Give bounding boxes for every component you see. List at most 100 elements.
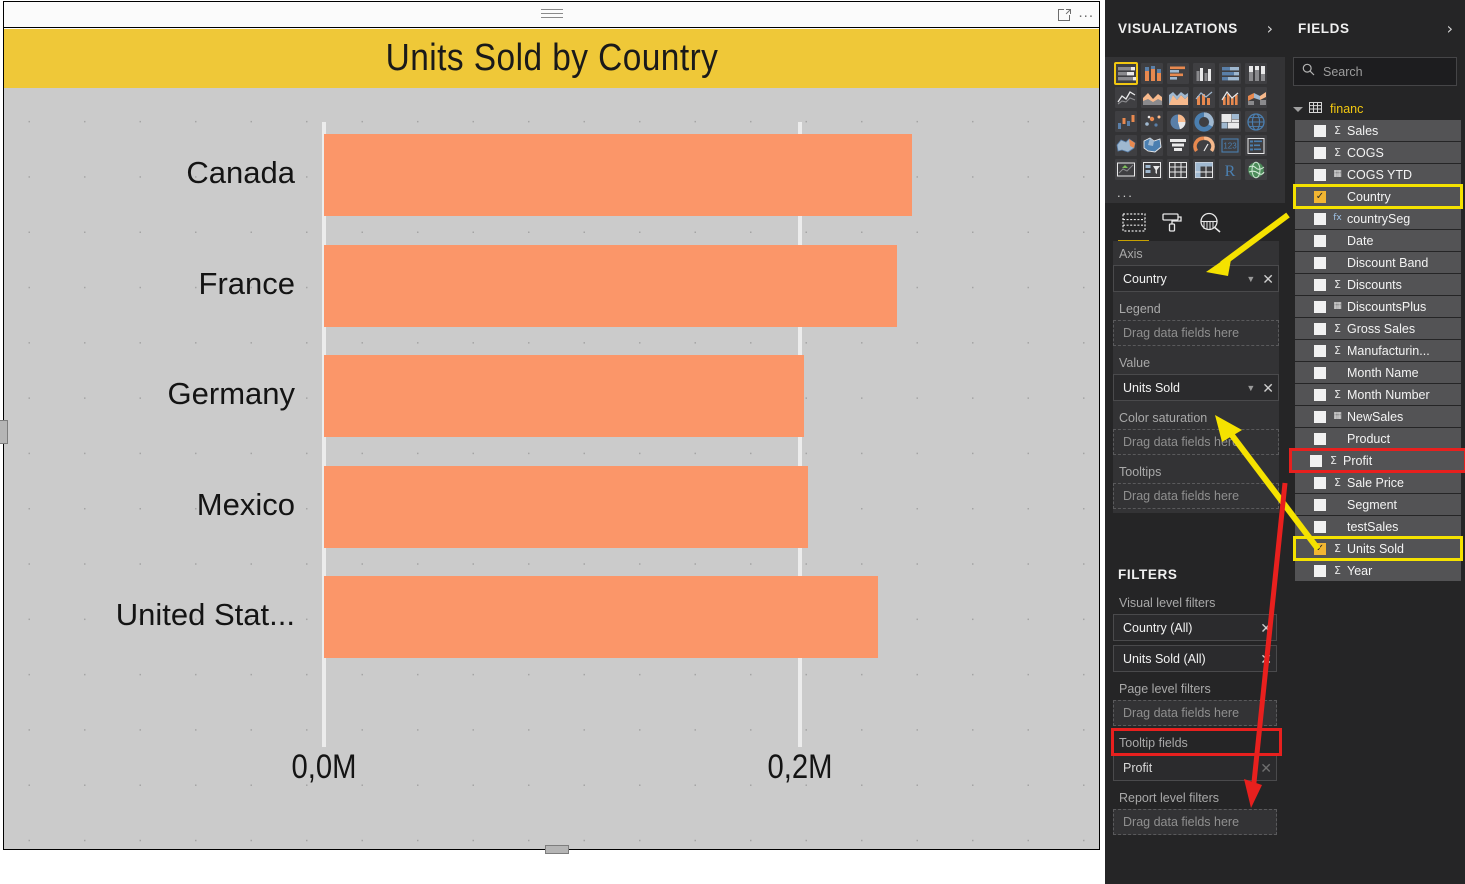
arcgis-maps-icon[interactable] <box>1245 159 1267 180</box>
map-icon[interactable] <box>1245 111 1267 132</box>
waterfall-chart-icon[interactable] <box>1115 111 1137 132</box>
filters-list[interactable]: Visual level filters Country (All) ✕ Units … <box>1105 590 1285 835</box>
remove-filter-icon[interactable]: ✕ <box>1260 761 1272 775</box>
field-item-gross-sales[interactable]: Σ Gross Sales <box>1295 318 1461 339</box>
field-checkbox[interactable] <box>1314 300 1326 313</box>
area-chart-icon[interactable] <box>1141 87 1163 108</box>
field-checkbox[interactable] <box>1314 498 1326 511</box>
resize-handle-left[interactable] <box>0 420 8 444</box>
funnel-chart-icon[interactable] <box>1167 135 1189 156</box>
analytics-tab[interactable] <box>1193 205 1227 245</box>
bar-chart-visual[interactable]: ... Units Sold by Country Canada France Ge… <box>0 1 1100 854</box>
clustered-bar-chart-icon[interactable] <box>1167 63 1189 84</box>
fields-list[interactable]: Σ Sales Σ COGS ▦ COGS YTD Country fx countrySeg D… <box>1285 120 1465 581</box>
field-checkbox[interactable] <box>1314 168 1326 181</box>
remove-filter-icon[interactable]: ✕ <box>1260 621 1272 635</box>
filter-dropzone[interactable]: Drag data fields here <box>1113 809 1277 835</box>
filter-chip-profit[interactable]: Profit ✕ <box>1113 754 1277 781</box>
field-item-profit[interactable]: Σ Profit <box>1289 448 1465 473</box>
field-item-date[interactable]: Date <box>1295 230 1461 251</box>
field-item-discounts[interactable]: Σ Discounts <box>1295 274 1461 295</box>
field-checkbox[interactable] <box>1314 410 1326 423</box>
drag-grip-icon[interactable] <box>540 9 563 20</box>
hundred-percent-stacked-bar-chart-icon[interactable] <box>1219 63 1241 84</box>
field-checkbox[interactable] <box>1314 388 1326 401</box>
multi-row-card-icon[interactable] <box>1245 135 1267 156</box>
field-item-cogs-ytd[interactable]: ▦ COGS YTD <box>1295 164 1461 185</box>
filter-dropzone[interactable]: Drag data fields here <box>1113 700 1277 726</box>
stacked-column-chart-icon[interactable] <box>1141 63 1163 84</box>
field-checkbox[interactable] <box>1314 322 1326 335</box>
r-script-visual-icon[interactable]: R <box>1219 159 1241 180</box>
well-dropzone-legend[interactable]: Drag data fields here <box>1113 320 1279 346</box>
field-checkbox[interactable] <box>1310 454 1322 467</box>
field-item-cogs[interactable]: Σ COGS <box>1295 142 1461 163</box>
remove-field-icon[interactable]: ✕ <box>1262 381 1274 395</box>
well-dropzone-tooltips[interactable]: Drag data fields here <box>1113 483 1279 509</box>
shape-map-icon[interactable] <box>1141 135 1163 156</box>
field-item-product[interactable]: Product <box>1295 428 1461 449</box>
field-checkbox[interactable] <box>1314 564 1326 577</box>
field-checkbox[interactable] <box>1314 432 1326 445</box>
kpi-icon[interactable] <box>1115 159 1137 180</box>
remove-field-icon[interactable]: ✕ <box>1262 272 1274 286</box>
field-item-month-name[interactable]: Month Name <box>1295 362 1461 383</box>
chevron-down-icon[interactable]: ▼ <box>1246 274 1255 284</box>
stacked-bar-chart-icon[interactable] <box>1114 62 1138 85</box>
pie-chart-icon[interactable] <box>1167 111 1189 132</box>
field-checkbox[interactable] <box>1314 278 1326 291</box>
donut-chart-icon[interactable] <box>1193 111 1215 132</box>
gauge-chart-icon[interactable] <box>1193 135 1215 156</box>
filter-chip-units-sold-all[interactable]: Units Sold (All) ✕ <box>1113 645 1277 672</box>
well-dropzone-color-saturation[interactable]: Drag data fields here <box>1113 429 1279 455</box>
more-visuals-button[interactable]: ... <box>1105 186 1285 203</box>
field-checkbox[interactable] <box>1314 190 1326 203</box>
field-checkbox[interactable] <box>1314 124 1326 137</box>
format-tab[interactable] <box>1155 205 1189 245</box>
clustered-column-chart-icon[interactable] <box>1193 63 1215 84</box>
line-chart-icon[interactable] <box>1115 87 1137 108</box>
search-input[interactable]: Search <box>1293 57 1457 86</box>
field-item-segment[interactable]: Segment <box>1295 494 1461 515</box>
treemap-icon[interactable] <box>1219 111 1241 132</box>
field-item-discountsplus[interactable]: ▦ DiscountsPlus <box>1295 296 1461 317</box>
fields-tab[interactable] <box>1117 205 1151 245</box>
field-wells[interactable]: Axis Country ▼ ✕ Legend Drag data fields here… <box>1113 241 1279 513</box>
well-chip-country[interactable]: Country ▼ ✕ <box>1113 265 1279 292</box>
filled-map-icon[interactable] <box>1115 135 1137 156</box>
field-checkbox[interactable] <box>1314 146 1326 159</box>
field-item-discount-band[interactable]: Discount Band <box>1295 252 1461 273</box>
chart-plot-area[interactable]: Canada France Germany Mexico United Stat... … <box>4 88 1099 849</box>
expand-triangle-icon[interactable] <box>1293 107 1303 112</box>
chevron-right-icon[interactable]: › <box>1447 20 1453 37</box>
field-checkbox[interactable] <box>1314 256 1326 269</box>
bar-france[interactable] <box>324 244 897 327</box>
bar-mexico[interactable] <box>324 465 808 548</box>
field-item-newsales[interactable]: ▦ NewSales <box>1295 406 1461 427</box>
field-item-country[interactable]: Country <box>1293 184 1463 209</box>
field-item-month-number[interactable]: Σ Month Number <box>1295 384 1461 405</box>
report-canvas[interactable]: ... Units Sold by Country Canada France Ge… <box>0 0 1105 884</box>
chevron-right-icon[interactable]: › <box>1267 20 1273 37</box>
chevron-down-icon[interactable]: ▼ <box>1246 383 1255 393</box>
field-checkbox[interactable] <box>1314 520 1326 533</box>
focus-mode-icon[interactable] <box>1057 8 1072 22</box>
line-and-clustered-column-chart-icon[interactable] <box>1219 87 1241 108</box>
field-item-sale-price[interactable]: Σ Sale Price <box>1295 472 1461 493</box>
bar-germany[interactable] <box>324 355 804 437</box>
resize-handle-bottom[interactable] <box>545 845 569 854</box>
bar-united-stat[interactable] <box>324 576 878 658</box>
table-icon[interactable] <box>1167 159 1189 180</box>
matrix-icon[interactable] <box>1193 159 1215 180</box>
bar-canada[interactable] <box>324 134 912 216</box>
line-and-stacked-column-chart-icon[interactable] <box>1193 87 1215 108</box>
slicer-icon[interactable] <box>1141 159 1163 180</box>
field-item-testsales[interactable]: testSales <box>1295 516 1461 537</box>
ribbon-chart-icon[interactable] <box>1245 87 1267 108</box>
field-checkbox[interactable] <box>1314 344 1326 357</box>
remove-filter-icon[interactable]: ✕ <box>1260 652 1272 666</box>
field-checkbox[interactable] <box>1314 542 1326 555</box>
field-item-countryseg[interactable]: fx countrySeg <box>1295 208 1461 229</box>
field-item-manufacturin[interactable]: Σ Manufacturin... <box>1295 340 1461 361</box>
field-checkbox[interactable] <box>1314 212 1326 225</box>
